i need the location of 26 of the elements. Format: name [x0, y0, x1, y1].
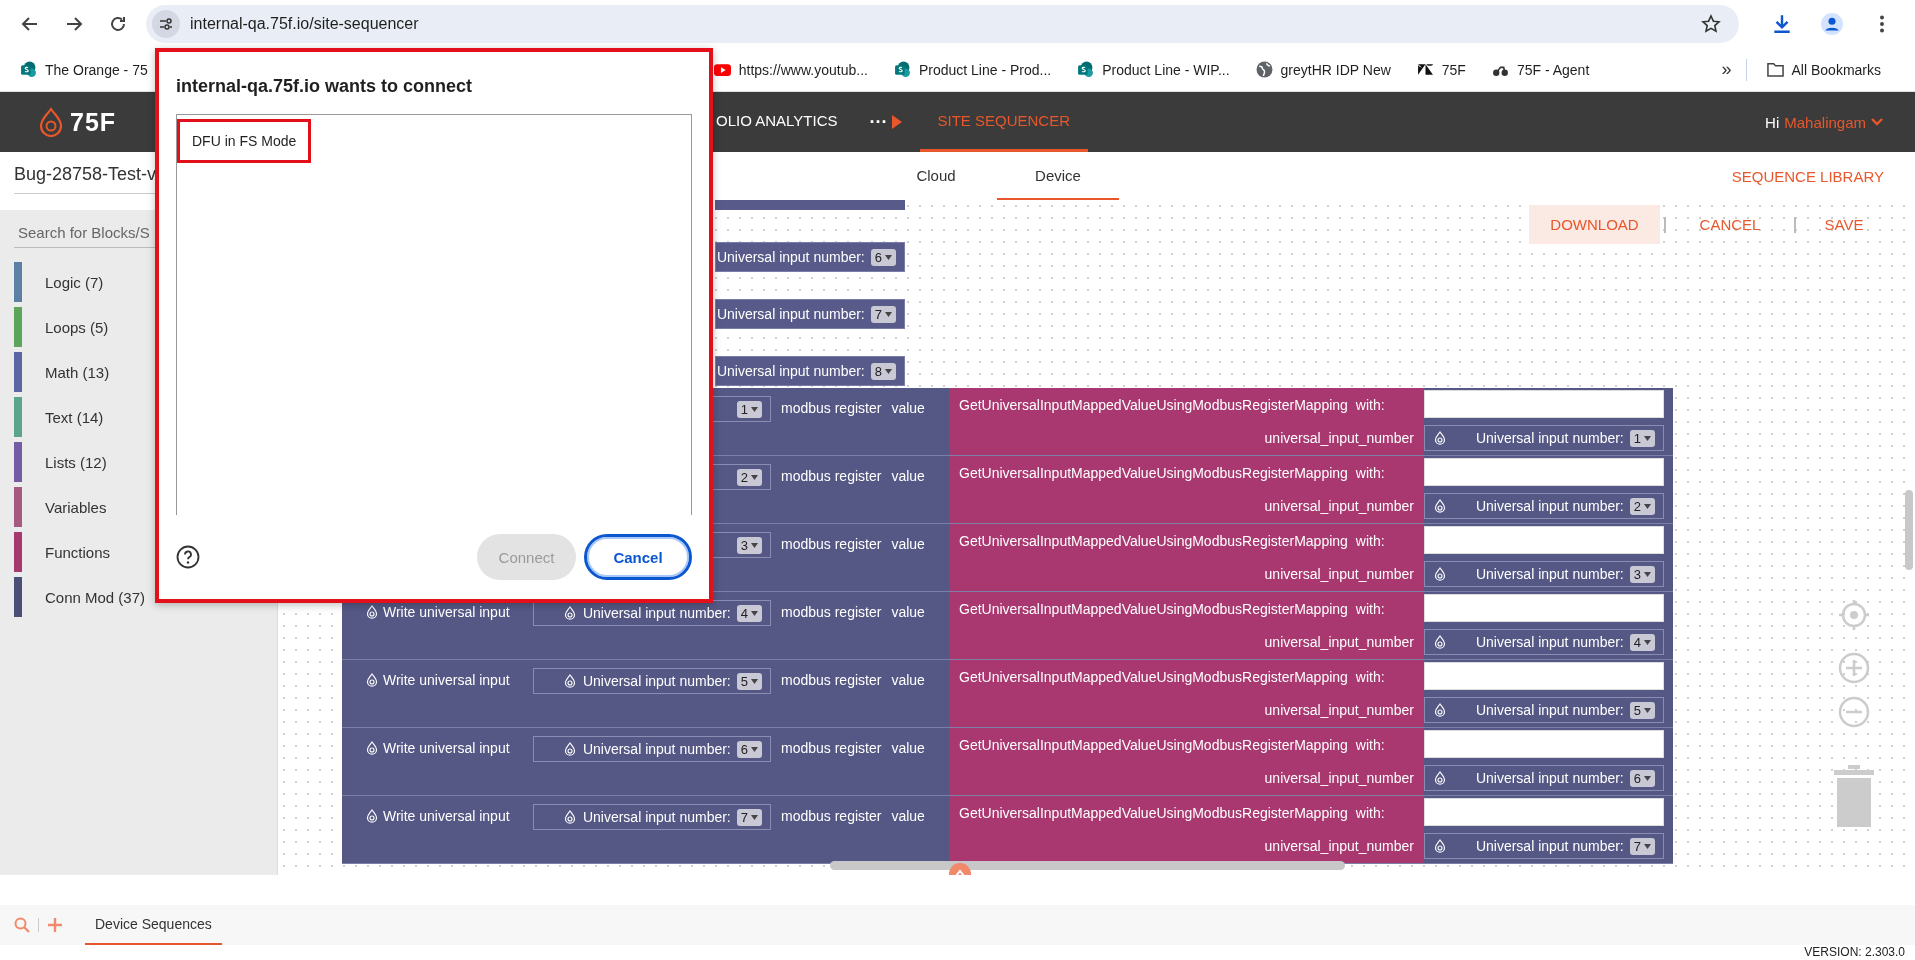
- url-text: internal-qa.75f.io/site-sequencer: [190, 15, 420, 33]
- block-label: Universal input number:: [716, 249, 865, 265]
- version-text: VERSION: 2.303.0: [1804, 945, 1905, 959]
- logo-text: 75F: [70, 107, 117, 137]
- block-label: modbus register: [781, 467, 882, 486]
- block-label: modbus register: [781, 603, 882, 622]
- block-label: Universal input number:: [716, 363, 865, 379]
- greeting: Hi: [1765, 113, 1780, 131]
- block-label: modbus register: [781, 671, 882, 690]
- block-label: Write universal input: [383, 807, 511, 826]
- block-label: Universal input number:: [716, 306, 865, 322]
- block-label: value: [891, 807, 925, 826]
- block-label: value: [891, 467, 925, 486]
- block-label: value: [891, 739, 925, 758]
- dialog-title: internal-qa.75f.io wants to connect: [176, 76, 474, 98]
- block-label: value: [891, 399, 925, 418]
- block-label: value: [891, 535, 925, 554]
- block-label: value: [891, 671, 925, 690]
- block-label: modbus register: [781, 807, 882, 826]
- block-label: Write universal input: [383, 671, 511, 690]
- block-label: value: [891, 603, 925, 622]
- block-label: Write universal input: [383, 603, 511, 622]
- block-label: modbus register: [781, 535, 882, 554]
- block-label: Write universal input: [383, 739, 511, 758]
- block-label: modbus register: [781, 399, 882, 418]
- block-label: modbus register: [781, 739, 882, 758]
